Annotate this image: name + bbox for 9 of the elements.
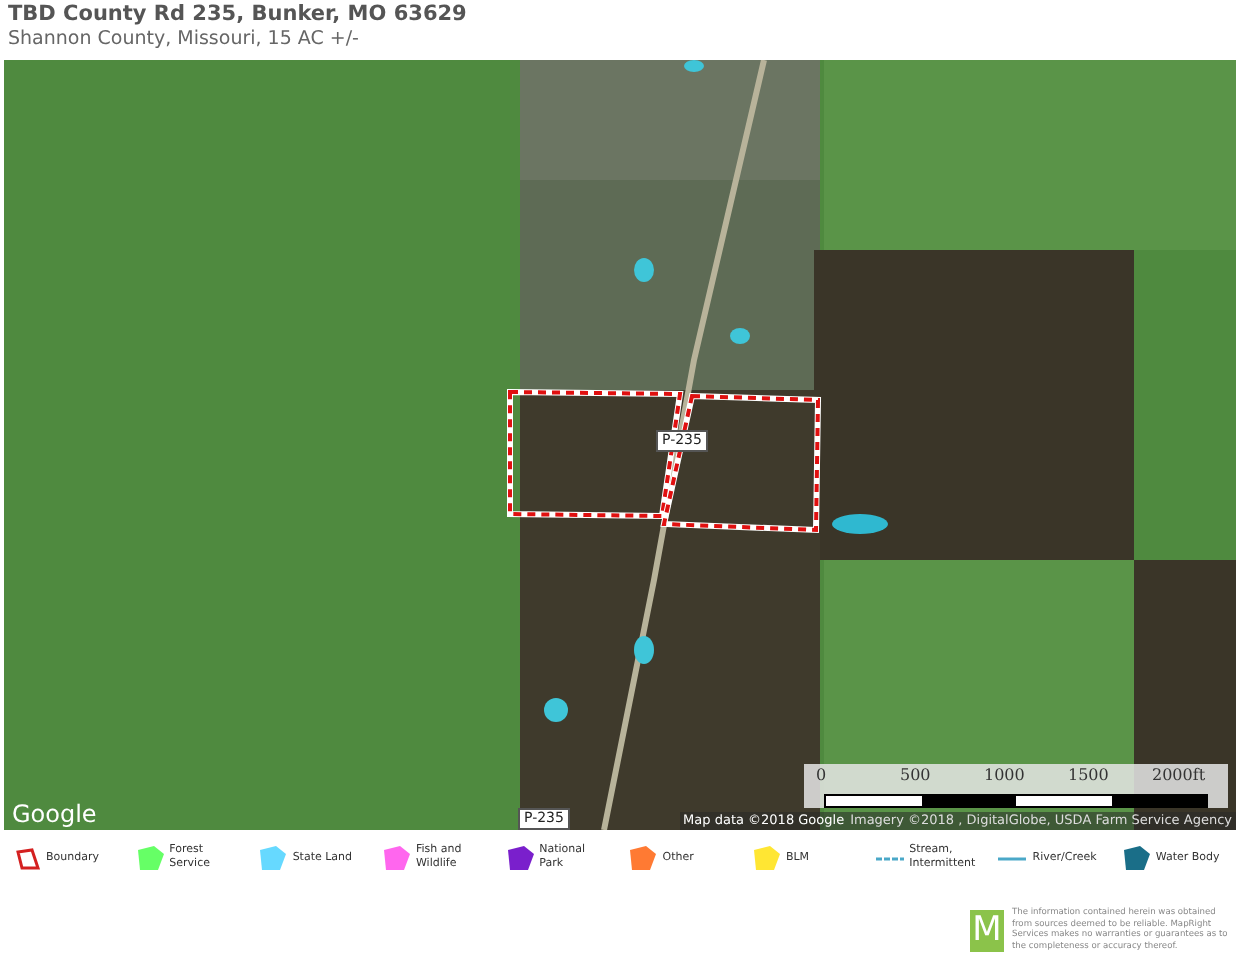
scale-label: 2000ft [1152,766,1206,784]
scale-label: 0 [816,766,827,784]
map-logo: Google [12,800,97,828]
property-title: TBD County Rd 235, Bunker, MO 63629 [8,2,469,28]
scale-label: 500 [900,766,931,784]
scale-label: 1000 [984,766,1025,784]
scale-label: 1500 [1068,766,1109,784]
brand-logo: M [970,909,1004,951]
property-subtitle: Shannon County, Missouri, 15 AC +/- [8,28,361,52]
